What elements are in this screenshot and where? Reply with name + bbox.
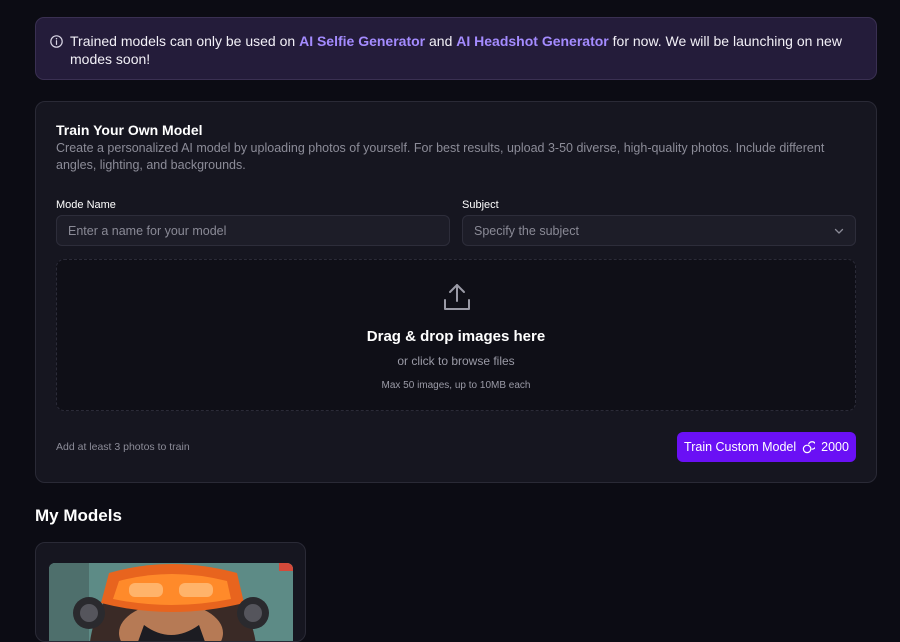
train-model-title: Train Your Own Model xyxy=(56,122,203,138)
train-button-label: Train Custom Model xyxy=(684,440,797,454)
notice-text-middle: and xyxy=(425,33,457,49)
dropzone-subtitle: or click to browse files xyxy=(397,354,515,368)
info-banner-text: Trained models can only be used on AI Se… xyxy=(70,32,860,68)
model-name-label: Mode Name xyxy=(56,199,116,211)
subject-label: Subject xyxy=(462,199,499,211)
dropzone-limit: Max 50 images, up to 10MB each xyxy=(381,380,531,391)
train-custom-model-button[interactable]: Train Custom Model 2000 xyxy=(677,432,856,462)
upload-dropzone[interactable]: Drag & drop images here or click to brow… xyxy=(56,259,856,411)
subject-select[interactable]: Specify the subject xyxy=(462,215,856,246)
info-icon xyxy=(50,35,63,48)
train-model-card: Train Your Own Model Create a personaliz… xyxy=(35,101,877,483)
upload-icon xyxy=(444,284,470,310)
train-model-description: Create a personalized AI model by upload… xyxy=(56,141,825,172)
model-thumbnail-image xyxy=(49,563,293,641)
photo-requirement-hint: Add at least 3 photos to train xyxy=(56,441,190,453)
model-card[interactable] xyxy=(35,542,306,642)
train-button-cost: 2000 xyxy=(821,440,849,454)
my-models-title: My Models xyxy=(35,506,122,525)
subject-select-placeholder: Specify the subject xyxy=(474,223,579,238)
ai-selfie-generator-link[interactable]: AI Selfie Generator xyxy=(299,33,425,49)
ai-headshot-generator-link[interactable]: AI Headshot Generator xyxy=(456,33,608,49)
info-banner: Trained models can only be used on AI Se… xyxy=(35,17,877,80)
coins-icon xyxy=(802,440,816,453)
model-thumbnail xyxy=(49,563,293,641)
chevron-down-icon xyxy=(834,228,844,234)
model-name-input[interactable] xyxy=(56,215,450,246)
notice-text-before: Trained models can only be used on xyxy=(70,33,300,49)
dropzone-title: Drag & drop images here xyxy=(366,328,546,345)
